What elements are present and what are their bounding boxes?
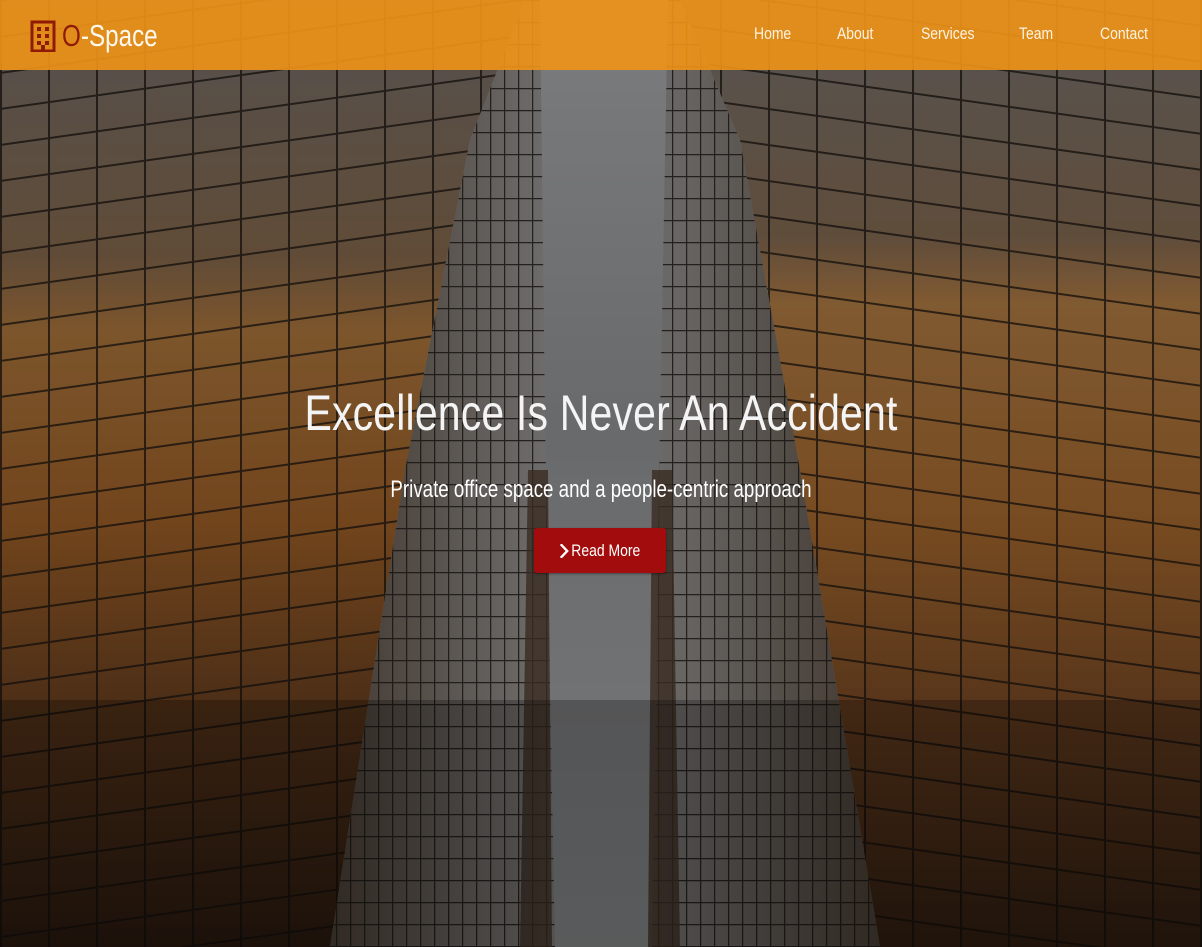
hero-background-image <box>0 0 1202 947</box>
nav-link-team[interactable]: Team <box>1019 24 1053 44</box>
nav-link-about[interactable]: About <box>837 24 873 44</box>
hero-section: Excellence Is Never An Accident Private … <box>0 0 1202 947</box>
top-navbar: O -Space Home About Services Team Contac… <box>0 0 1202 70</box>
nav-link-home[interactable]: Home <box>754 24 791 44</box>
read-more-label: Read More <box>571 540 641 560</box>
hero-subtitle: Private office space and a people-centri… <box>390 476 812 503</box>
read-more-button[interactable]: Read More <box>534 528 666 573</box>
chevron-right-icon <box>559 543 569 558</box>
nav-link-contact[interactable]: Contact <box>1100 24 1148 44</box>
building-icon <box>30 20 56 52</box>
brand-name-prefix: O <box>62 18 81 53</box>
brand-logo-link[interactable]: O -Space <box>30 16 179 56</box>
brand-name-rest: -Space <box>81 18 158 53</box>
read-more-button-content: Read More <box>559 540 641 561</box>
nav-link-services[interactable]: Services <box>921 24 974 44</box>
hero-title: Excellence Is Never An Accident <box>304 385 898 441</box>
